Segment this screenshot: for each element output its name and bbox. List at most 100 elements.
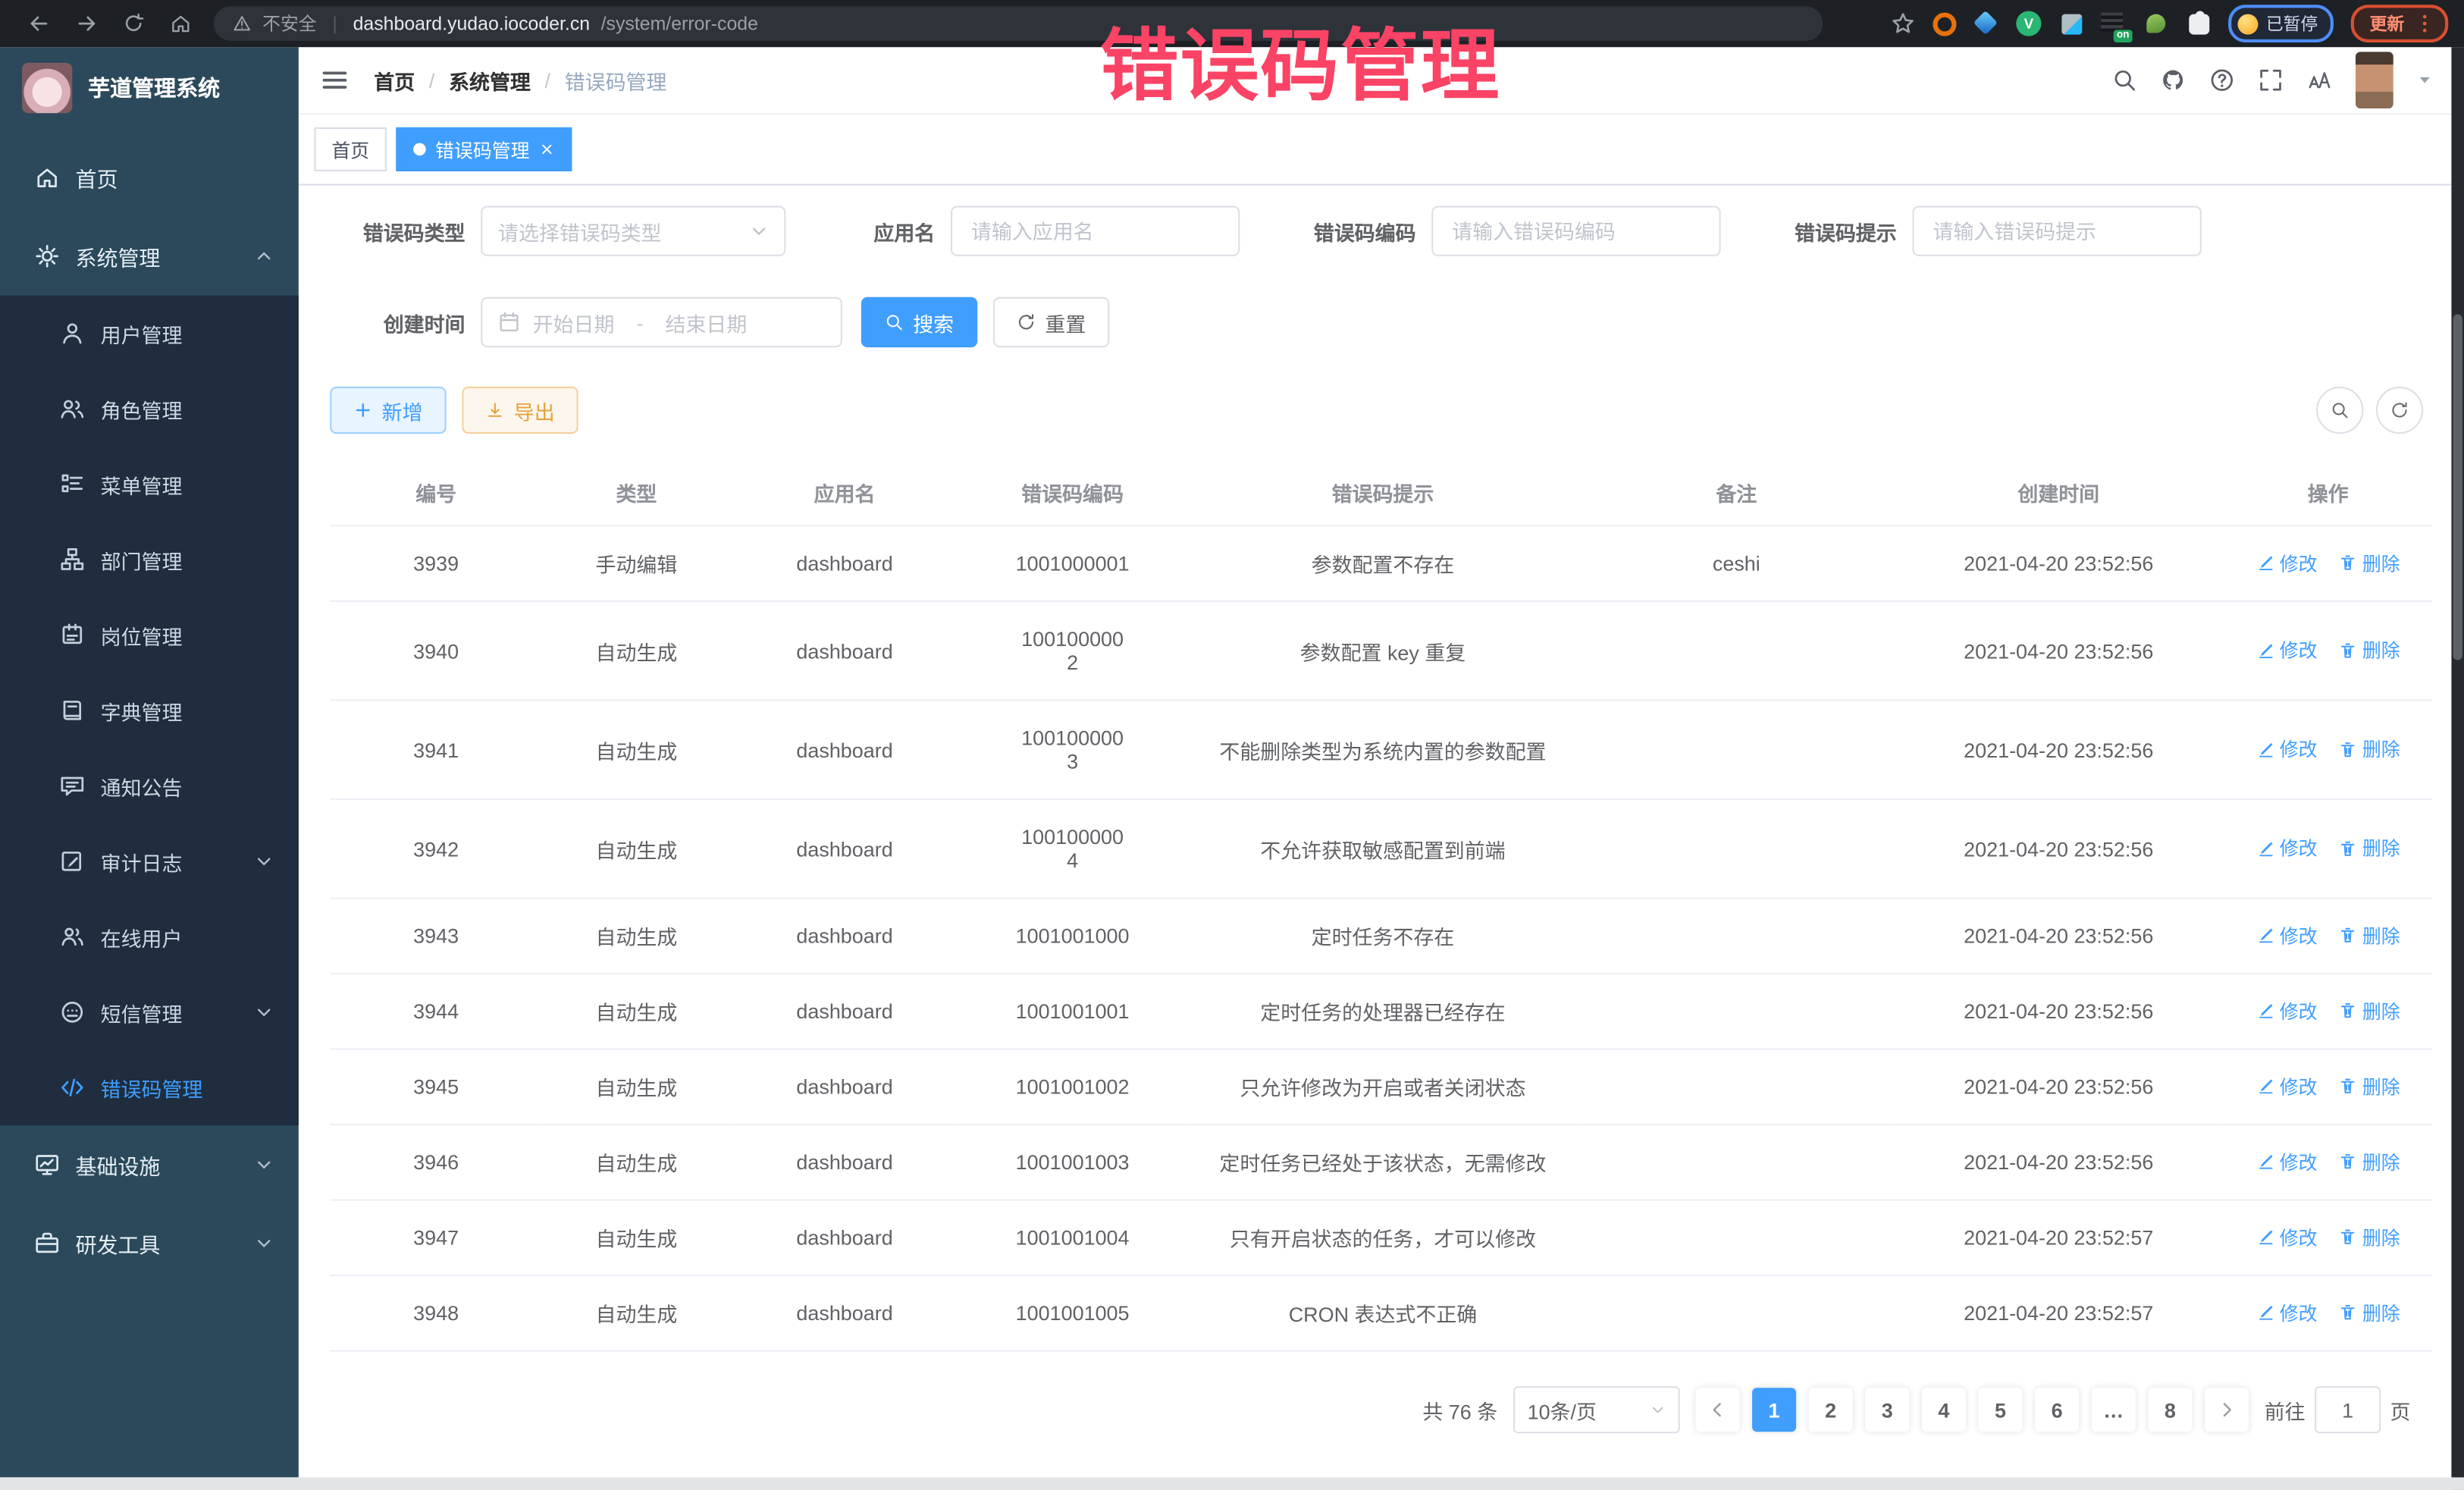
extension-icon-vue-devtools[interactable]: V — [2016, 11, 2041, 36]
user-avatar[interactable] — [2356, 52, 2393, 108]
sidebar-item-error-code[interactable]: 错误码管理 — [0, 1050, 299, 1125]
delete-link[interactable]: 删除 — [2339, 736, 2400, 763]
sidebar-item-system[interactable]: 系统管理 — [0, 217, 299, 296]
back-icon[interactable] — [28, 13, 50, 35]
app-logo-row[interactable]: 芋道管理系统 — [0, 47, 299, 129]
delete-link[interactable]: 删除 — [2339, 922, 2400, 949]
breadcrumb-system[interactable]: 系统管理 — [449, 65, 531, 95]
help-icon[interactable] — [2209, 67, 2234, 93]
delete-link[interactable]: 删除 — [2339, 835, 2400, 861]
sidebar-item-dev-tools[interactable]: 研发工具 — [0, 1204, 299, 1283]
page-button-3[interactable]: 3 — [1865, 1388, 1909, 1432]
edit-link[interactable]: 修改 — [2256, 1149, 2318, 1175]
table-row: 3941 自动生成 dashboard 1001000003 不能删除类型为系统… — [330, 700, 2432, 799]
hide-search-button[interactable] — [2316, 387, 2363, 434]
date-range-picker[interactable]: 开始日期 - 结束日期 — [481, 297, 842, 347]
chrome-update-button[interactable]: 更新 — [2351, 5, 2449, 42]
edit-link[interactable]: 修改 — [2256, 736, 2318, 763]
search-icon[interactable] — [2112, 67, 2137, 93]
profile-paused-pill[interactable]: 已暂停 — [2228, 5, 2334, 42]
edit-link[interactable]: 修改 — [2256, 835, 2318, 861]
cell-actions: 修改 删除 — [2224, 899, 2433, 974]
goto-unit-label: 页 — [2390, 1395, 2411, 1425]
sidebar-item-post[interactable]: 岗位管理 — [0, 598, 299, 673]
edit-link[interactable]: 修改 — [2256, 1073, 2318, 1099]
sidebar-item-dept[interactable]: 部门管理 — [0, 522, 299, 597]
reload-icon[interactable] — [123, 13, 145, 35]
edit-link[interactable]: 修改 — [2256, 922, 2318, 949]
edit-link[interactable]: 修改 — [2256, 637, 2318, 663]
tab-home[interactable]: 首页 — [315, 127, 387, 171]
extensions-puzzle-icon[interactable] — [2188, 14, 2209, 34]
browser-home-icon[interactable] — [170, 13, 192, 35]
browser-menu-icon[interactable] — [2414, 13, 2436, 35]
page-button-4[interactable]: 4 — [1922, 1388, 1966, 1432]
add-button[interactable]: 新增 — [330, 387, 446, 434]
search-button[interactable]: 搜索 — [861, 297, 977, 347]
delete-link[interactable]: 删除 — [2339, 637, 2400, 663]
sidebar-item-role[interactable]: 角色管理 — [0, 371, 299, 446]
page-scrollbar[interactable] — [2451, 47, 2464, 1490]
goto-page-input[interactable] — [2315, 1386, 2381, 1433]
error-type-select[interactable]: 请选择错误码类型 — [481, 206, 785, 256]
page-ellipsis-button[interactable]: … — [2092, 1388, 2136, 1432]
extension-icon-green[interactable] — [2146, 14, 2165, 33]
extension-icon-blue-gem[interactable] — [1973, 11, 1998, 35]
page-button-2[interactable]: 2 — [1809, 1388, 1853, 1432]
sidebar-item-user[interactable]: 用户管理 — [0, 296, 299, 371]
tab-error-code[interactable]: 错误码管理 — [396, 127, 572, 171]
close-icon[interactable] — [539, 142, 555, 158]
edit-link[interactable]: 修改 — [2256, 1224, 2318, 1250]
github-icon[interactable] — [2161, 67, 2186, 93]
sidebar-item-sms[interactable]: 短信管理 — [0, 974, 299, 1049]
page-size-select[interactable]: 10条/页 — [1513, 1386, 1680, 1433]
page-button-6[interactable]: 6 — [2035, 1388, 2079, 1432]
breadcrumb-home[interactable]: 首页 — [374, 65, 415, 95]
avatar-caret-icon[interactable] — [2417, 72, 2433, 88]
extension-icon-orange-ring[interactable] — [1933, 12, 1956, 36]
next-page-button[interactable] — [2205, 1388, 2249, 1432]
delete-link[interactable]: 删除 — [2339, 1149, 2400, 1175]
forward-icon[interactable] — [75, 13, 97, 35]
sidebar-item-infra[interactable]: 基础设施 — [0, 1125, 299, 1204]
prev-page-button[interactable] — [1695, 1388, 1739, 1432]
export-button[interactable]: 导出 — [462, 387, 578, 434]
hamburger-icon[interactable] — [321, 66, 349, 94]
cell-actions: 修改 删除 — [2224, 1049, 2433, 1125]
sidebar-item-dict[interactable]: 字典管理 — [0, 673, 299, 748]
sidebar-item-label: 审计日志 — [101, 846, 183, 876]
sidebar-item-home[interactable]: 首页 — [0, 138, 299, 217]
sidebar-item-menu[interactable]: 菜单管理 — [0, 447, 299, 522]
error-msg-input[interactable] — [1930, 218, 2184, 244]
page-button-1[interactable]: 1 — [1752, 1388, 1796, 1432]
address-bar[interactable]: 不安全 | dashboard.yudao.iocoder.cn/system/… — [214, 6, 1823, 41]
extension-icon-squares[interactable] — [2061, 14, 2081, 34]
error-code-label: 错误码编码 — [1271, 216, 1431, 246]
cell-time: 2021-04-20 23:52:56 — [1894, 899, 2224, 974]
error-code-input[interactable] — [1449, 218, 1704, 244]
sidebar-item-audit-log[interactable]: 审计日志 — [0, 823, 299, 899]
reset-button[interactable]: 重置 — [993, 297, 1109, 347]
cell-time: 2021-04-20 23:52:56 — [1894, 601, 2224, 701]
delete-link[interactable]: 删除 — [2339, 550, 2400, 576]
cell-code: 1001001005 — [958, 1275, 1187, 1350]
edit-link[interactable]: 修改 — [2256, 550, 2318, 576]
sidebar-item-online-user[interactable]: 在线用户 — [0, 899, 299, 974]
page-button-5[interactable]: 5 — [1978, 1388, 2022, 1432]
edit-link[interactable]: 修改 — [2256, 998, 2318, 1024]
edit-link[interactable]: 修改 — [2256, 1300, 2318, 1326]
scrollbar-thumb[interactable] — [2453, 315, 2462, 660]
delete-link[interactable]: 删除 — [2339, 1224, 2400, 1250]
edit-icon — [2256, 641, 2275, 660]
delete-link[interactable]: 删除 — [2339, 1073, 2400, 1099]
delete-link[interactable]: 删除 — [2339, 1300, 2400, 1326]
refresh-table-button[interactable] — [2376, 387, 2423, 434]
app-name-input[interactable] — [968, 218, 1223, 244]
page-button-8[interactable]: 8 — [2148, 1388, 2192, 1432]
fullscreen-icon[interactable] — [2258, 67, 2283, 93]
sidebar-item-notice[interactable]: 通知公告 — [0, 748, 299, 823]
extension-icon-script-manager[interactable]: on — [2101, 11, 2126, 36]
delete-link[interactable]: 删除 — [2339, 998, 2400, 1024]
font-size-icon[interactable] — [2307, 67, 2332, 93]
bookmark-star-icon[interactable] — [1890, 11, 1915, 36]
